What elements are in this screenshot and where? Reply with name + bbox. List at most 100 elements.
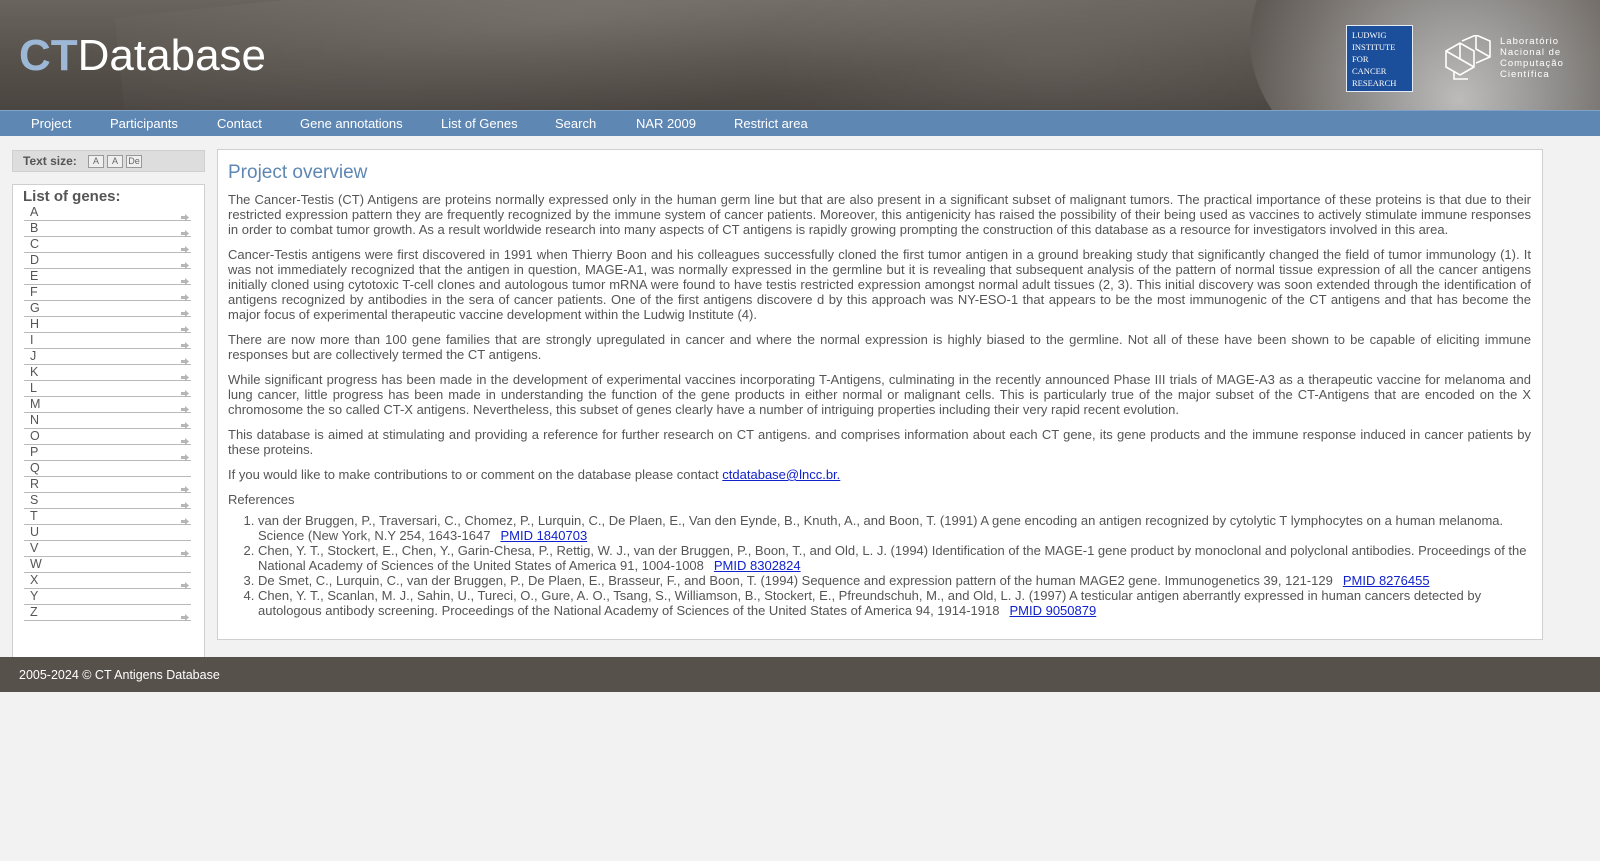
ludwig-logo-line: RESEARCH xyxy=(1352,78,1397,88)
gene-letter-label: K xyxy=(30,365,39,379)
gene-letter-label: N xyxy=(30,413,40,427)
lncc-logo[interactable]: Laboratório Nacional de Computação Cient… xyxy=(1444,35,1564,83)
ludwig-logo-line: CANCER xyxy=(1352,66,1387,76)
overview-paragraph: Cancer-Testis antigens were first discov… xyxy=(228,247,1531,322)
pmid-link[interactable]: PMID 8276455 xyxy=(1343,573,1430,588)
nav-project[interactable]: Project xyxy=(31,116,71,131)
site-title-ct: CT xyxy=(19,31,78,80)
expand-arrow-icon[interactable] xyxy=(181,305,189,317)
expand-arrow-icon[interactable] xyxy=(181,289,189,301)
expand-arrow-icon[interactable] xyxy=(181,321,189,333)
gene-letter-p[interactable]: P xyxy=(24,445,191,461)
gene-letter-n[interactable]: N xyxy=(24,413,191,429)
reference-item: Chen, Y. T., Scanlan, M. J., Sahin, U., … xyxy=(258,588,1531,618)
text-size-label: Text size: xyxy=(23,154,77,168)
contact-email-link[interactable]: ctdatabase@lncc.br. xyxy=(722,467,840,482)
expand-arrow-icon[interactable] xyxy=(181,449,189,461)
gene-letter-list: ABCDEFGHIJKLMNOPQRSTUVWXYZ xyxy=(24,205,191,621)
ludwig-logo-line: LUDWIG xyxy=(1352,30,1387,40)
text-size-control: Text size: A A De xyxy=(12,150,205,172)
gene-letter-x[interactable]: X xyxy=(24,573,191,589)
site-title[interactable]: CTDatabase xyxy=(19,28,266,84)
gene-letter-q[interactable]: Q xyxy=(24,461,191,477)
reference-item: Chen, Y. T., Stockert, E., Chen, Y., Gar… xyxy=(258,543,1531,573)
pmid-link[interactable]: PMID 8302824 xyxy=(714,558,801,573)
gene-letter-label: Z xyxy=(30,605,38,619)
gene-letter-l[interactable]: L xyxy=(24,381,191,397)
nav-contact[interactable]: Contact xyxy=(217,116,262,131)
gene-letter-label: Y xyxy=(30,589,39,603)
expand-arrow-icon[interactable] xyxy=(181,369,189,381)
gene-letter-c[interactable]: C xyxy=(24,237,191,253)
nav-gene-annotations[interactable]: Gene annotations xyxy=(300,116,403,131)
expand-arrow-icon[interactable] xyxy=(181,433,189,445)
gene-letter-r[interactable]: R xyxy=(24,477,191,493)
overview-content: The Cancer-Testis (CT) Antigens are prot… xyxy=(228,192,1531,618)
gene-letter-label: L xyxy=(30,381,37,395)
site-title-database: Database xyxy=(77,31,267,80)
expand-arrow-icon[interactable] xyxy=(181,353,189,365)
nav-nar-2009[interactable]: NAR 2009 xyxy=(636,116,696,131)
gene-letter-label: A xyxy=(30,205,39,219)
pmid-link[interactable]: PMID 9050879 xyxy=(1009,603,1096,618)
expand-arrow-icon[interactable] xyxy=(181,273,189,285)
gene-letter-u[interactable]: U xyxy=(24,525,191,541)
reference-item: De Smet, C., Lurquin, C., van der Brugge… xyxy=(258,573,1531,588)
ludwig-institute-logo[interactable]: LUDWIG INSTITUTE FOR CANCER RESEARCH xyxy=(1346,25,1413,92)
nav-participants[interactable]: Participants xyxy=(110,116,178,131)
pmid-link[interactable]: PMID 1840703 xyxy=(500,528,587,543)
expand-arrow-icon[interactable] xyxy=(181,497,189,509)
expand-arrow-icon[interactable] xyxy=(181,481,189,493)
gene-letter-e[interactable]: E xyxy=(24,269,191,285)
contact-paragraph: If you would like to make contributions … xyxy=(228,467,1531,482)
gene-letter-f[interactable]: F xyxy=(24,285,191,301)
expand-arrow-icon[interactable] xyxy=(181,337,189,349)
gene-letter-y[interactable]: Y xyxy=(24,589,191,605)
expand-arrow-icon[interactable] xyxy=(181,577,189,589)
expand-arrow-icon[interactable] xyxy=(181,401,189,413)
gene-letter-label: T xyxy=(30,509,38,523)
gene-letter-m[interactable]: M xyxy=(24,397,191,413)
gene-letter-label: S xyxy=(30,493,39,507)
top-navigation: Project Participants Contact Gene annota… xyxy=(0,110,1600,136)
expand-arrow-icon[interactable] xyxy=(181,257,189,269)
gene-letter-a[interactable]: A xyxy=(24,205,191,221)
gene-letter-o[interactable]: O xyxy=(24,429,191,445)
gene-letter-label: P xyxy=(30,445,39,459)
nav-restrict-area[interactable]: Restrict area xyxy=(734,116,808,131)
main-content: Project overview The Cancer-Testis (CT) … xyxy=(217,149,1543,640)
gene-letter-label: V xyxy=(30,541,39,555)
nav-search[interactable]: Search xyxy=(555,116,596,131)
expand-arrow-icon[interactable] xyxy=(181,545,189,557)
expand-arrow-icon[interactable] xyxy=(181,417,189,429)
gene-letter-s[interactable]: S xyxy=(24,493,191,509)
reference-item: van der Bruggen, P., Traversari, C., Cho… xyxy=(258,513,1531,543)
gene-letter-i[interactable]: I xyxy=(24,333,191,349)
expand-arrow-icon[interactable] xyxy=(181,513,189,525)
gene-letter-label: M xyxy=(30,397,41,411)
expand-arrow-icon[interactable] xyxy=(181,385,189,397)
gene-letter-label: U xyxy=(30,525,40,539)
gene-letter-label: F xyxy=(30,285,38,299)
text-size-default-button[interactable]: De xyxy=(126,155,142,168)
gene-letter-z[interactable]: Z xyxy=(24,605,191,621)
text-size-large-button[interactable]: A xyxy=(107,155,123,168)
gene-letter-w[interactable]: W xyxy=(24,557,191,573)
gene-letter-g[interactable]: G xyxy=(24,301,191,317)
references-list: van der Bruggen, P., Traversari, C., Cho… xyxy=(258,513,1531,618)
gene-letter-b[interactable]: B xyxy=(24,221,191,237)
gene-letter-label: R xyxy=(30,477,40,491)
expand-arrow-icon[interactable] xyxy=(181,209,189,221)
gene-letter-t[interactable]: T xyxy=(24,509,191,525)
expand-arrow-icon[interactable] xyxy=(181,225,189,237)
expand-arrow-icon[interactable] xyxy=(181,609,189,621)
expand-arrow-icon[interactable] xyxy=(181,241,189,253)
gene-letter-label: H xyxy=(30,317,40,331)
gene-letter-h[interactable]: H xyxy=(24,317,191,333)
nav-list-of-genes[interactable]: List of Genes xyxy=(441,116,518,131)
gene-letter-v[interactable]: V xyxy=(24,541,191,557)
gene-letter-d[interactable]: D xyxy=(24,253,191,269)
gene-letter-j[interactable]: J xyxy=(24,349,191,365)
text-size-small-button[interactable]: A xyxy=(88,155,104,168)
gene-letter-k[interactable]: K xyxy=(24,365,191,381)
